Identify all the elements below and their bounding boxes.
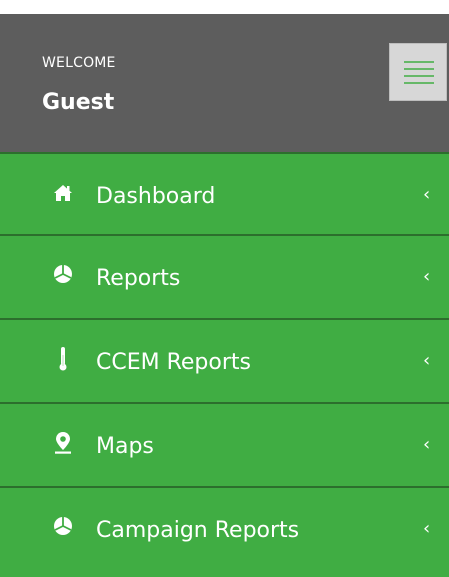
pie-chart-icon — [54, 265, 72, 283]
sidebar-header: WELCOME Guest — [0, 14, 449, 152]
thermometer-icon — [59, 347, 67, 371]
welcome-label: WELCOME — [42, 55, 116, 71]
sidebar-item-label: Maps — [96, 434, 154, 459]
chevron-left-icon: ‹ — [423, 184, 431, 205]
sidebar-item-ccem-reports[interactable]: CCEM Reports ‹ — [0, 320, 449, 404]
chevron-left-icon: ‹ — [423, 266, 431, 287]
menu-toggle-button[interactable] — [389, 43, 447, 101]
map-marker-icon — [55, 432, 71, 454]
sidebar-nav: Dashboard ‹ Reports ‹ CCEM Reports ‹ Map… — [0, 152, 449, 577]
home-icon — [54, 185, 72, 201]
sidebar: WELCOME Guest Dashboard ‹ Reports ‹ CCEM… — [0, 14, 449, 577]
pie-chart-icon — [54, 517, 72, 535]
user-name: Guest — [42, 90, 115, 115]
sidebar-item-reports[interactable]: Reports ‹ — [0, 236, 449, 320]
sidebar-item-maps[interactable]: Maps ‹ — [0, 404, 449, 488]
sidebar-item-label: Reports — [96, 266, 181, 291]
sidebar-item-label: Campaign Reports — [96, 518, 300, 543]
sidebar-item-campaign-reports[interactable]: Campaign Reports ‹ — [0, 488, 449, 577]
sidebar-item-dashboard[interactable]: Dashboard ‹ — [0, 152, 449, 236]
sidebar-item-label: CCEM Reports — [96, 350, 251, 375]
chevron-left-icon: ‹ — [423, 518, 431, 539]
chevron-left-icon: ‹ — [423, 350, 431, 371]
chevron-left-icon: ‹ — [423, 434, 431, 455]
hamburger-icon — [404, 61, 434, 84]
sidebar-item-label: Dashboard — [96, 184, 216, 209]
